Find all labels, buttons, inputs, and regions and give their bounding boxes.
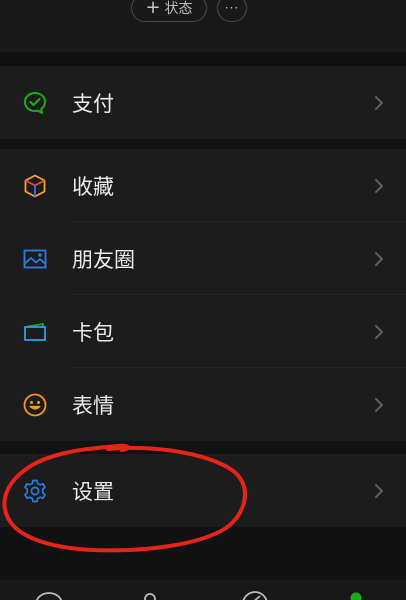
features-group: 收藏 朋友圈 卡包 表情 [0, 149, 406, 441]
chevron-right-icon [375, 178, 383, 193]
menu-item-label: 设置 [72, 479, 114, 504]
menu-item-moments[interactable]: 朋友圈 [0, 222, 406, 295]
chevron-right-icon [375, 324, 383, 339]
menu-item-settings[interactable]: 设置 [0, 454, 406, 527]
menu-item-favorites[interactable]: 收藏 [0, 149, 406, 222]
plus-icon: + [145, 0, 161, 18]
settings-gear-icon [22, 478, 48, 504]
status-label: 状态 [164, 1, 193, 17]
settings-group: 设置 [0, 454, 406, 527]
moments-picture-icon [22, 246, 48, 272]
menu-item-pay[interactable]: 支付 [0, 66, 406, 139]
discover-tab-icon[interactable] [240, 590, 270, 600]
bottom-tab-bar [0, 580, 406, 600]
wechat-pay-icon [22, 90, 48, 116]
pay-group: 支付 [0, 66, 406, 139]
menu-item-label: 收藏 [72, 174, 114, 199]
me-page-screen: + 状态 ··· 支付 收藏 朋友圈 卡包 表情 设置 [0, 0, 406, 600]
menu-item-label: 表情 [72, 393, 114, 418]
contacts-tab-icon[interactable] [138, 590, 162, 600]
card-wallet-icon [22, 319, 48, 345]
more-dots-icon: ··· [224, 1, 240, 15]
menu-item-stickers[interactable]: 表情 [0, 368, 406, 441]
chats-tab-icon[interactable] [34, 590, 64, 600]
me-tab-icon[interactable] [344, 590, 368, 600]
menu-item-label: 卡包 [72, 320, 114, 345]
profile-header-area: + 状态 ··· [0, 0, 406, 52]
sticker-smile-icon [22, 392, 48, 418]
more-options-button[interactable]: ··· [217, 0, 247, 22]
menu-item-label: 支付 [72, 91, 114, 116]
chevron-right-icon [375, 397, 383, 412]
chevron-right-icon [375, 483, 383, 498]
menu-item-cards[interactable]: 卡包 [0, 295, 406, 368]
favorites-cube-icon [22, 173, 48, 199]
chevron-right-icon [375, 251, 383, 266]
menu-item-label: 朋友圈 [72, 247, 135, 272]
add-status-button[interactable]: + 状态 [131, 0, 207, 22]
chevron-right-icon [375, 95, 383, 110]
